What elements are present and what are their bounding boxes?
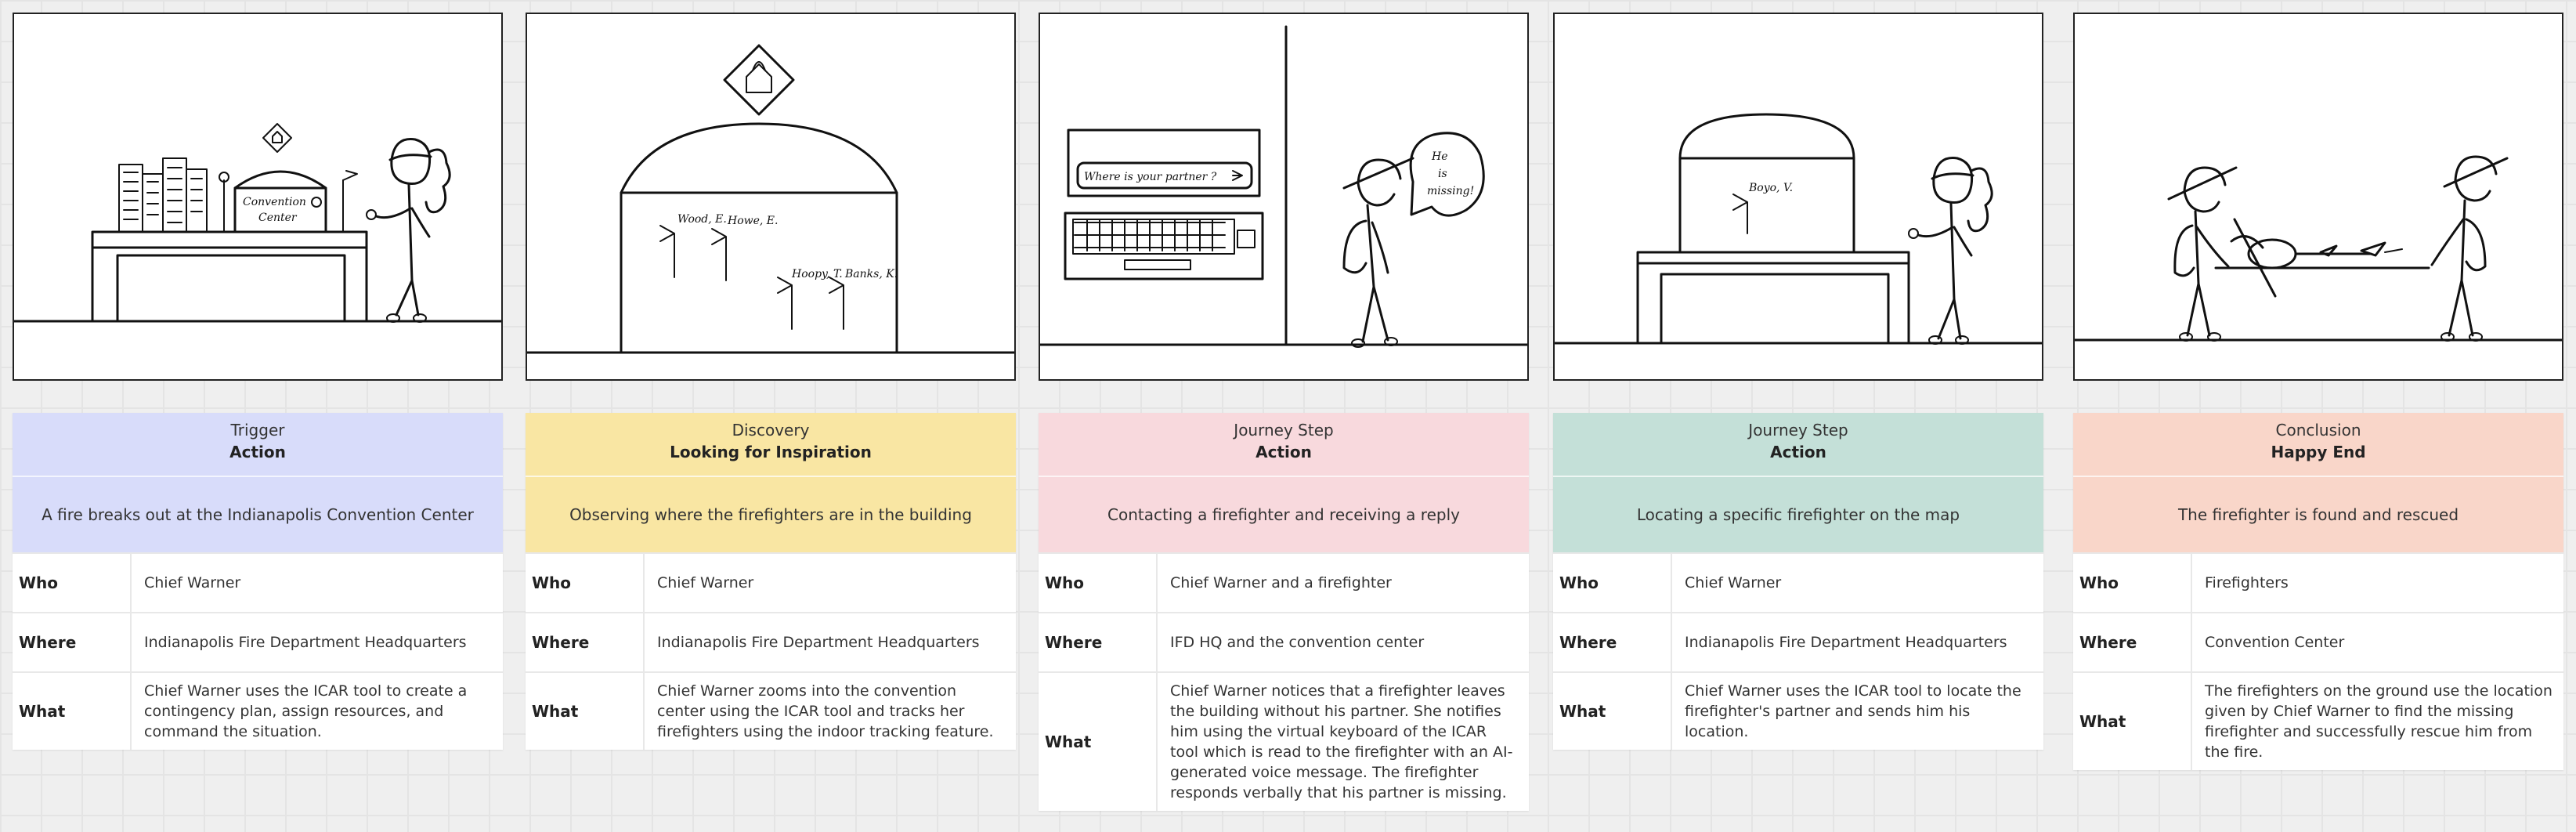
step-card-3: Journey Step Action Contacting a firefig… <box>1039 413 1529 811</box>
what-row: What Chief Warner uses the ICAR tool to … <box>13 671 503 750</box>
step-type: Trigger <box>230 421 285 440</box>
card-header: Conclusion Happy End <box>2073 413 2563 477</box>
who-row: Who Chief Warner <box>1553 552 2043 612</box>
sketch-label-firefighter-1: Wood, E. <box>677 213 727 226</box>
where-value: Indianapolis Fire Department Headquarter… <box>144 634 467 651</box>
step-title: Action <box>229 443 286 461</box>
what-row: What Chief Warner notices that a firefig… <box>1039 671 1529 811</box>
sketch-speech-line-2: is <box>1438 168 1447 180</box>
step-type: Journey Step <box>1234 421 1334 440</box>
where-label: Where <box>13 613 132 671</box>
what-value: Chief Warner uses the ICAR tool to creat… <box>144 682 468 740</box>
step-description: Locating a specific firefighter on the m… <box>1553 477 2043 552</box>
sketch-chief-locating-firefighter: Boyo, V. <box>1555 113 2042 345</box>
who-row: Who Chief Warner <box>13 552 503 612</box>
step-description: Contacting a firefighter and receiving a… <box>1039 477 1529 552</box>
where-value: Indianapolis Fire Department Headquarter… <box>657 634 980 651</box>
sketch-speech-line-1: He <box>1431 150 1448 163</box>
step-description: A fire breaks out at the Indianapolis Co… <box>13 477 503 552</box>
storyboard-frame-1[interactable]: Convention Center <box>13 13 503 381</box>
who-label: Who <box>2073 554 2192 612</box>
who-label: Who <box>1039 554 1158 612</box>
step-type: Discovery <box>732 421 810 440</box>
storyboard-frame-2[interactable]: Wood, E. Howe, E. Hoopy, T. Banks, K. <box>526 13 1016 381</box>
where-label: Where <box>2073 613 2192 671</box>
what-label: What <box>1553 673 1672 750</box>
what-row: What Chief Warner zooms into the convent… <box>526 671 1016 750</box>
what-row: What The firefighters on the ground use … <box>2073 671 2563 770</box>
who-row: Who Firefighters <box>2073 552 2563 612</box>
who-row: Who Chief Warner and a firefighter <box>1039 552 1529 612</box>
step-card-2: Discovery Looking for Inspiration Observ… <box>526 413 1016 750</box>
sketch-label-boyo: Boyo, V. <box>1748 182 1793 194</box>
what-value: Chief Warner notices that a firefighter … <box>1170 682 1513 801</box>
step-card-5: Conclusion Happy End The firefighter is … <box>2073 413 2563 770</box>
sketch-label-firefighter-3: Hoopy, T. <box>791 268 843 280</box>
what-label: What <box>2073 673 2192 770</box>
who-row: Who Chief Warner <box>526 552 1016 612</box>
storyboard-frame-5[interactable] <box>2073 13 2563 381</box>
step-card-4: Journey Step Action Locating a specific … <box>1553 413 2043 750</box>
card-header: Trigger Action <box>13 413 503 477</box>
step-title: Action <box>1255 443 1312 461</box>
where-row: Where Indianapolis Fire Department Headq… <box>1553 612 2043 671</box>
who-label: Who <box>13 554 132 612</box>
where-label: Where <box>526 613 645 671</box>
sketch-label-firefighter-4: Banks, K. <box>844 268 898 280</box>
what-value: Chief Warner uses the ICAR tool to locat… <box>1685 682 2021 740</box>
where-row: Where IFD HQ and the convention center <box>1039 612 1529 671</box>
step-title: Happy End <box>2271 443 2366 461</box>
card-header: Journey Step Action <box>1553 413 2043 477</box>
step-title: Action <box>1770 443 1826 461</box>
card-header: Journey Step Action <box>1039 413 1529 477</box>
storyboard-frame-3[interactable]: Where is your partner ? He is missing! <box>1039 13 1529 381</box>
who-value: Chief Warner <box>1685 574 1782 591</box>
card-header: Discovery Looking for Inspiration <box>526 413 1016 477</box>
what-row: What Chief Warner uses the ICAR tool to … <box>1553 671 2043 750</box>
where-value: Convention Center <box>2205 634 2345 651</box>
step-description: The firefighter is found and rescued <box>2073 477 2563 552</box>
step-card-1: Trigger Action A fire breaks out at the … <box>13 413 503 750</box>
sketch-building-tracking-map: Wood, E. Howe, E. Hoopy, T. Banks, K. <box>527 44 1014 354</box>
where-row: Where Indianapolis Fire Department Headq… <box>526 612 1016 671</box>
sketch-chief-at-desk-convention-center: Convention Center <box>14 123 501 323</box>
who-label: Who <box>526 554 645 612</box>
what-label: What <box>526 673 645 750</box>
sketch-message-text: Where is your partner ? <box>1084 171 1217 183</box>
what-label: What <box>1039 673 1158 811</box>
what-value: Chief Warner zooms into the convention c… <box>657 682 994 740</box>
sketch-virtual-keyboard-message: Where is your partner ? He is missing! <box>1040 25 1527 348</box>
who-value: Chief Warner <box>657 574 754 591</box>
sketch-label-convention: Convention <box>243 196 306 208</box>
what-label: What <box>13 673 132 750</box>
who-value: Chief Warner <box>144 574 241 591</box>
step-type: Journey Step <box>1748 421 1848 440</box>
step-type: Conclusion <box>2275 421 2361 440</box>
where-row: Where Indianapolis Fire Department Headq… <box>13 612 503 671</box>
where-label: Where <box>1039 613 1158 671</box>
where-row: Where Convention Center <box>2073 612 2563 671</box>
who-value: Chief Warner and a firefighter <box>1170 574 1392 591</box>
where-value: Indianapolis Fire Department Headquarter… <box>1685 634 2007 651</box>
sketch-label-firefighter-2: Howe, E. <box>727 215 778 227</box>
storyboard-frame-4[interactable]: Boyo, V. <box>1553 13 2043 381</box>
sketch-speech-line-3: missing! <box>1427 185 1474 197</box>
what-value: The firefighters on the ground use the l… <box>2205 682 2553 761</box>
who-value: Firefighters <box>2205 574 2289 591</box>
sketch-label-center: Center <box>258 212 298 224</box>
sketch-firefighters-rescue <box>2075 155 2562 342</box>
where-value: IFD HQ and the convention center <box>1170 634 1425 651</box>
who-label: Who <box>1553 554 1672 612</box>
where-label: Where <box>1553 613 1672 671</box>
step-title: Looking for Inspiration <box>670 443 872 461</box>
step-description: Observing where the firefighters are in … <box>526 477 1016 552</box>
